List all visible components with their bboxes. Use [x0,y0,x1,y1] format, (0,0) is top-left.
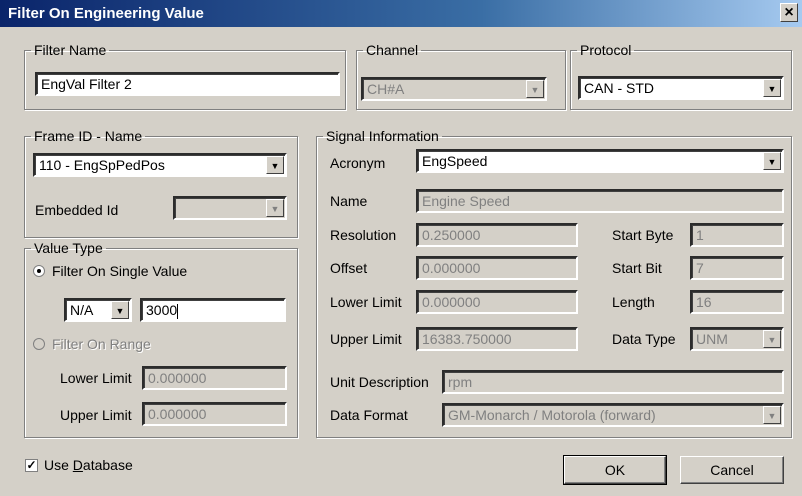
data-type-label: Data Type [612,331,676,347]
resolution-label: Resolution [330,227,397,243]
channel-legend: Channel [366,42,419,58]
title-bar: Filter On Engineering Value × [0,0,802,27]
protocol-value: CAN - STD [584,80,654,96]
range-label: Filter On Range [52,336,151,352]
signal-upper-limit-field: 16383.750000 [416,327,578,351]
data-format-label: Data Format [330,407,408,423]
data-type-select[interactable]: UNM ▼ [690,327,784,351]
chevron-down-icon: ▼ [526,80,544,98]
unit-description-label: Unit Description [330,374,429,390]
data-format-select[interactable]: GM-Monarch / Motorola (forward) ▼ [442,403,784,427]
single-value-label[interactable]: Filter On Single Value [52,263,187,279]
start-bit-label: Start Bit [612,260,662,276]
channel-value: CH#A [367,81,405,97]
data-format-value: GM-Monarch / Motorola (forward) [448,407,656,423]
length-label: Length [612,294,655,310]
window-title: Filter On Engineering Value [8,5,204,22]
close-icon: × [784,4,794,21]
chevron-down-icon: ▼ [266,199,284,217]
frame-value: 110 - EngSpPedPos [39,157,165,173]
range-upper-limit-input[interactable]: 0.000000 [142,402,287,426]
use-database-mnemonic: D [72,457,83,473]
data-type-value: UNM [696,331,728,347]
offset-field: 0.000000 [416,256,578,280]
chevron-down-icon: ▼ [763,406,781,424]
signal-lower-limit-label: Lower Limit [330,294,402,310]
embedded-id-label: Embedded Id [35,202,119,218]
unit-description-field: rpm [442,370,784,394]
frame-legend: Frame ID - Name [34,128,143,144]
signal-info-legend: Signal Information [326,128,439,144]
chevron-down-icon[interactable]: ▼ [763,152,781,170]
frame-group: Frame ID - Name [24,128,298,238]
chevron-down-icon[interactable]: ▼ [266,156,284,174]
use-database-label[interactable]: Use Database [44,457,133,473]
signal-upper-limit-label: Upper Limit [330,331,402,347]
single-value-text: 3000 [146,302,178,318]
start-bit-field: 7 [690,256,784,280]
filter-name-input[interactable]: EngVal Filter 2 [35,72,340,96]
name-field: Engine Speed [416,189,784,213]
start-byte-field: 1 [690,223,784,247]
ok-button[interactable]: OK [563,455,667,485]
protocol-select[interactable]: CAN - STD ▼ [578,76,784,100]
protocol-legend: Protocol [580,42,632,58]
acronym-value: EngSpeed [422,153,488,169]
frame-select[interactable]: 110 - EngSpPedPos ▼ [33,153,287,177]
range-lower-limit-input[interactable]: 0.000000 [142,366,287,390]
text-caret [177,303,179,319]
cancel-button[interactable]: Cancel [680,456,784,484]
checkmark-icon: ✓ [26,458,37,472]
chevron-down-icon[interactable]: ▼ [111,301,129,319]
close-button[interactable]: × [780,3,798,22]
length-field: 16 [690,290,784,314]
value-type-legend: Value Type [34,240,103,256]
range-lower-limit-label: Lower Limit [60,370,132,386]
start-byte-label: Start Byte [612,227,674,243]
operator-select[interactable]: N/A ▼ [64,298,132,322]
filter-name-legend: Filter Name [34,42,107,58]
operator-value: N/A [70,302,94,318]
resolution-field: 0.250000 [416,223,578,247]
chevron-down-icon: ▼ [763,330,781,348]
chevron-down-icon[interactable]: ▼ [763,79,781,97]
name-label: Name [330,193,368,209]
single-value-input[interactable]: 3000 [140,298,286,322]
signal-lower-limit-field: 0.000000 [416,290,578,314]
acronym-select[interactable]: EngSpeed ▼ [416,149,784,173]
single-value-radio[interactable] [33,265,45,277]
range-upper-limit-label: Upper Limit [60,407,132,423]
acronym-label: Acronym [330,155,386,171]
embedded-id-select[interactable]: ▼ [173,196,287,220]
range-radio[interactable] [33,338,45,350]
channel-select[interactable]: CH#A ▼ [361,77,547,101]
offset-label: Offset [330,260,368,276]
use-database-checkbox[interactable]: ✓ [25,459,38,472]
